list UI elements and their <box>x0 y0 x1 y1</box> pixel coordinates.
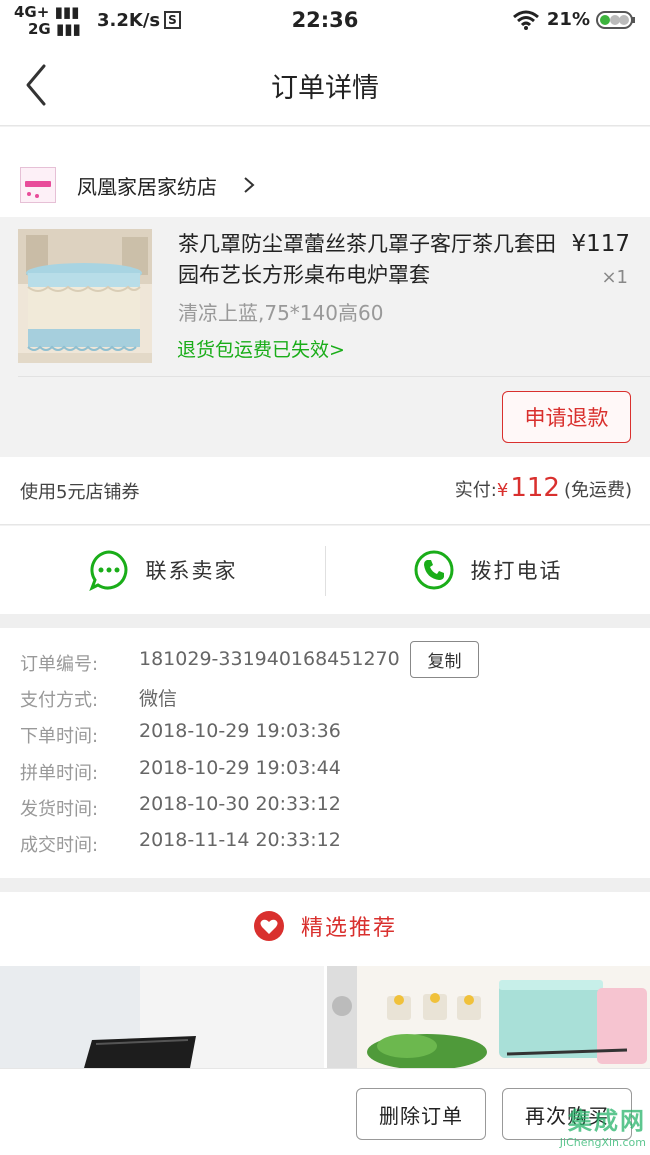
status-right: 21% <box>512 9 636 30</box>
recommend-item-image[interactable] <box>0 966 324 1068</box>
delete-order-button[interactable]: 删除订单 <box>356 1088 486 1140</box>
group-time: 2018-10-29 19:03:44 <box>139 757 341 779</box>
heart-icon <box>253 911 284 941</box>
product-spec: 清凉上蓝,75*140高60 <box>178 301 384 325</box>
watermark-text: 集成网 <box>568 1107 646 1135</box>
order-info: 订单编号: 181029-331940168451270 复制 支付方式: 微信… <box>0 628 650 878</box>
return-shipping-note[interactable]: 退货包运费已失效> <box>177 335 345 362</box>
info-row-order-number: 订单编号: 181029-331940168451270 <box>20 648 400 675</box>
ship-time: 2018-10-30 20:33:12 <box>139 793 341 815</box>
info-row-group-time: 拼单时间: 2018-10-29 19:03:44 <box>20 757 341 784</box>
deal-time: 2018-11-14 20:33:12 <box>139 829 341 851</box>
order-time: 2018-10-29 19:03:36 <box>139 720 341 742</box>
currency-symbol: ¥ <box>496 480 509 501</box>
shop-logo <box>20 167 56 203</box>
shipping-note: (免运费) <box>563 480 632 501</box>
call-phone-button[interactable]: 拨打电话 <box>325 526 650 614</box>
watermark-url: JiChengXin.com <box>559 1136 646 1149</box>
wifi-icon <box>512 10 539 30</box>
coupon-text: 使用5元店铺券 <box>20 482 140 503</box>
recommend-header: 精选推荐 <box>0 906 650 946</box>
product-price: ¥117 <box>571 231 630 257</box>
product-name[interactable]: 茶几罩防尘罩蕾丝茶几罩子客厅茶几套田园布艺长方形桌布电炉罩套 <box>178 229 558 291</box>
amount-value: 112 <box>510 473 560 503</box>
section-gap <box>0 614 650 628</box>
recommend-title: 精选推荐 <box>300 916 397 941</box>
payment-method: 微信 <box>139 688 178 710</box>
contact-seller-label: 联系卖家 <box>145 559 238 583</box>
info-row-deal-time: 成交时间: 2018-11-14 20:33:12 <box>20 829 341 856</box>
watermark: 集成网 JiChengXin.com <box>560 1101 646 1149</box>
product-quantity: ×1 <box>601 267 628 288</box>
bottom-action-bar: 删除订单 再次购买 集成网 JiChengXin.com <box>0 1068 650 1155</box>
chevron-right-icon <box>244 177 255 193</box>
copy-button[interactable]: 复制 <box>410 641 479 678</box>
battery-percent: 21% <box>546 9 590 30</box>
divider <box>18 376 650 377</box>
status-bar: 4G+ ▮▮▮ 2G ▮▮▮ 3.2K/s S 22:36 21% <box>0 0 650 42</box>
recommend-section: 精选推荐 <box>0 892 650 1068</box>
battery-icon <box>596 10 635 29</box>
shop-row[interactable]: 凤凰家居家纺店 <box>0 151 650 217</box>
recommend-item-image[interactable] <box>327 966 650 1068</box>
call-phone-label: 拨打电话 <box>470 559 563 583</box>
info-row-payment-method: 支付方式: 微信 <box>20 684 640 714</box>
phone-icon <box>414 550 453 590</box>
top-spacer <box>0 127 650 151</box>
paid-amount: 实付: ¥ 112 (免运费) <box>455 473 632 503</box>
info-row-order-time: 下单时间: 2018-10-29 19:03:36 <box>20 720 341 747</box>
product-image[interactable] <box>18 229 152 363</box>
info-row-ship-time: 发货时间: 2018-10-30 20:33:12 <box>20 793 341 820</box>
product-card[interactable]: 茶几罩防尘罩蕾丝茶几罩子客厅茶几套田园布艺长方形桌布电炉罩套 ¥117 ×1 清… <box>0 217 650 457</box>
refund-button[interactable]: 申请退款 <box>502 391 631 443</box>
contact-seller-button[interactable]: 联系卖家 <box>0 526 325 614</box>
payment-row: 使用5元店铺券 实付: ¥ 112 (免运费) <box>0 457 650 525</box>
paid-label: 实付: <box>454 480 497 501</box>
page-title: 订单详情 <box>271 73 379 104</box>
nav-bar: 订单详情 <box>0 42 650 126</box>
order-number: 181029-331940168451270 <box>139 648 400 670</box>
contact-row: 联系卖家 拨打电话 <box>0 526 650 614</box>
shop-name: 凤凰家居家纺店 <box>77 175 217 199</box>
chat-icon <box>88 550 127 591</box>
section-gap <box>0 878 650 892</box>
